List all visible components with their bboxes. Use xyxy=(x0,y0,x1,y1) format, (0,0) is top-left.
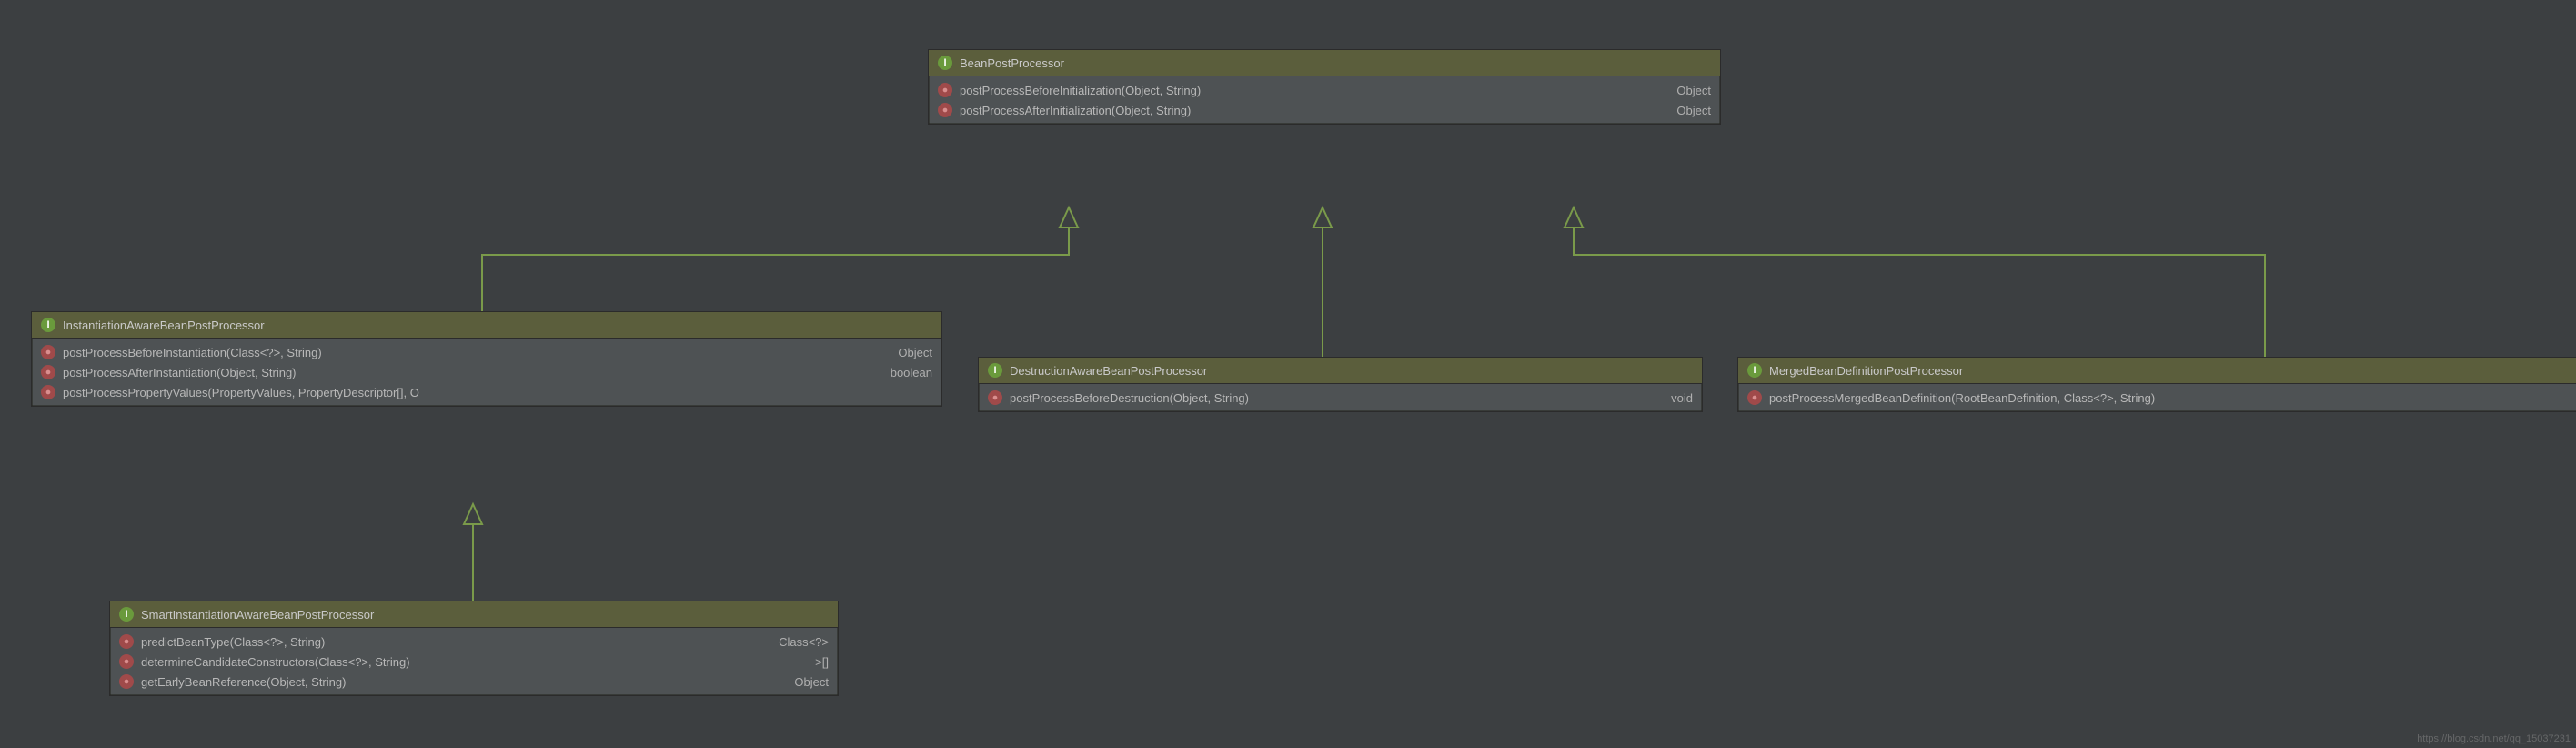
method-icon xyxy=(119,654,134,669)
class-members: postProcessMergedBeanDefinition(RootBean… xyxy=(1738,384,2576,411)
class-name: MergedBeanDefinitionPostProcessor xyxy=(1769,364,1963,378)
method-row[interactable]: postProcessPropertyValues(PropertyValues… xyxy=(32,382,941,402)
method-icon xyxy=(41,365,55,379)
method-signature: postProcessBeforeInstantiation(Class<?>,… xyxy=(63,346,322,359)
class-members: predictBeanType(Class<?>, String) Class<… xyxy=(110,628,838,695)
watermark: https://blog.csdn.net/qq_15037231 xyxy=(2417,733,2571,744)
method-icon xyxy=(41,385,55,399)
method-return: Object xyxy=(880,346,932,359)
method-row[interactable]: postProcessBeforeInstantiation(Class<?>,… xyxy=(32,342,941,362)
class-name: SmartInstantiationAwareBeanPostProcessor xyxy=(141,608,374,622)
class-header: I DestructionAwareBeanPostProcessor xyxy=(979,358,1702,384)
method-return: Object xyxy=(1658,104,1711,117)
method-signature: predictBeanType(Class<?>, String) xyxy=(141,635,325,649)
class-members: postProcessBeforeInstantiation(Class<?>,… xyxy=(32,339,941,406)
method-signature: postProcessPropertyValues(PropertyValues… xyxy=(63,386,419,399)
class-name: BeanPostProcessor xyxy=(960,56,1064,70)
method-row[interactable]: determineCandidateConstructors(Class<?>,… xyxy=(110,652,838,672)
method-signature: postProcessBeforeDestruction(Object, Str… xyxy=(1010,391,1249,405)
method-icon xyxy=(119,674,134,689)
class-merged-bean-def-pp[interactable]: I MergedBeanDefinitionPostProcessor post… xyxy=(1737,357,2576,412)
method-row[interactable]: postProcessBeforeInitialization(Object, … xyxy=(929,80,1720,100)
method-signature: postProcessBeforeInitialization(Object, … xyxy=(960,84,1201,97)
method-signature: postProcessMergedBeanDefinition(RootBean… xyxy=(1769,391,2155,405)
interface-icon: I xyxy=(119,607,134,622)
class-header: I BeanPostProcessor xyxy=(929,50,1720,76)
method-row[interactable]: postProcessBeforeDestruction(Object, Str… xyxy=(979,388,1702,408)
method-icon xyxy=(119,634,134,649)
method-icon xyxy=(988,390,1002,405)
method-signature: getEarlyBeanReference(Object, String) xyxy=(141,675,346,689)
class-destruction-aware-bpp[interactable]: I DestructionAwareBeanPostProcessor post… xyxy=(978,357,1703,412)
class-smart-inst-aware-bpp[interactable]: I SmartInstantiationAwareBeanPostProcess… xyxy=(109,601,839,696)
interface-icon: I xyxy=(988,363,1002,378)
method-return: boolean xyxy=(872,366,932,379)
class-name: InstantiationAwareBeanPostProcessor xyxy=(63,318,265,332)
class-name: DestructionAwareBeanPostProcessor xyxy=(1010,364,1207,378)
method-return: >[] xyxy=(797,655,829,669)
interface-icon: I xyxy=(1747,363,1762,378)
method-return: Class<?> xyxy=(760,635,829,649)
method-icon xyxy=(938,83,952,97)
method-row[interactable]: postProcessMergedBeanDefinition(RootBean… xyxy=(1738,388,2576,408)
method-row[interactable]: postProcessAfterInitialization(Object, S… xyxy=(929,100,1720,120)
class-members: postProcessBeforeDestruction(Object, Str… xyxy=(979,384,1702,411)
class-members: postProcessBeforeInitialization(Object, … xyxy=(929,76,1720,124)
class-header: I SmartInstantiationAwareBeanPostProcess… xyxy=(110,601,838,628)
method-return: void xyxy=(1653,391,1693,405)
diagram-canvas: I BeanPostProcessor postProcessBeforeIni… xyxy=(0,0,2576,748)
method-row[interactable]: postProcessAfterInstantiation(Object, St… xyxy=(32,362,941,382)
method-row[interactable]: getEarlyBeanReference(Object, String) Ob… xyxy=(110,672,838,692)
class-header: I MergedBeanDefinitionPostProcessor xyxy=(1738,358,2576,384)
method-signature: postProcessAfterInstantiation(Object, St… xyxy=(63,366,297,379)
class-header: I InstantiationAwareBeanPostProcessor xyxy=(32,312,941,339)
class-bean-post-processor[interactable]: I BeanPostProcessor postProcessBeforeIni… xyxy=(928,49,1721,125)
method-return: Object xyxy=(776,675,829,689)
method-row[interactable]: predictBeanType(Class<?>, String) Class<… xyxy=(110,632,838,652)
method-icon xyxy=(1747,390,1762,405)
method-signature: postProcessAfterInitialization(Object, S… xyxy=(960,104,1191,117)
method-icon xyxy=(938,103,952,117)
method-signature: determineCandidateConstructors(Class<?>,… xyxy=(141,655,410,669)
interface-icon: I xyxy=(938,56,952,70)
method-icon xyxy=(41,345,55,359)
class-instantiation-aware-bpp[interactable]: I InstantiationAwareBeanPostProcessor po… xyxy=(31,311,942,407)
interface-icon: I xyxy=(41,318,55,332)
method-return: Object xyxy=(1658,84,1711,97)
